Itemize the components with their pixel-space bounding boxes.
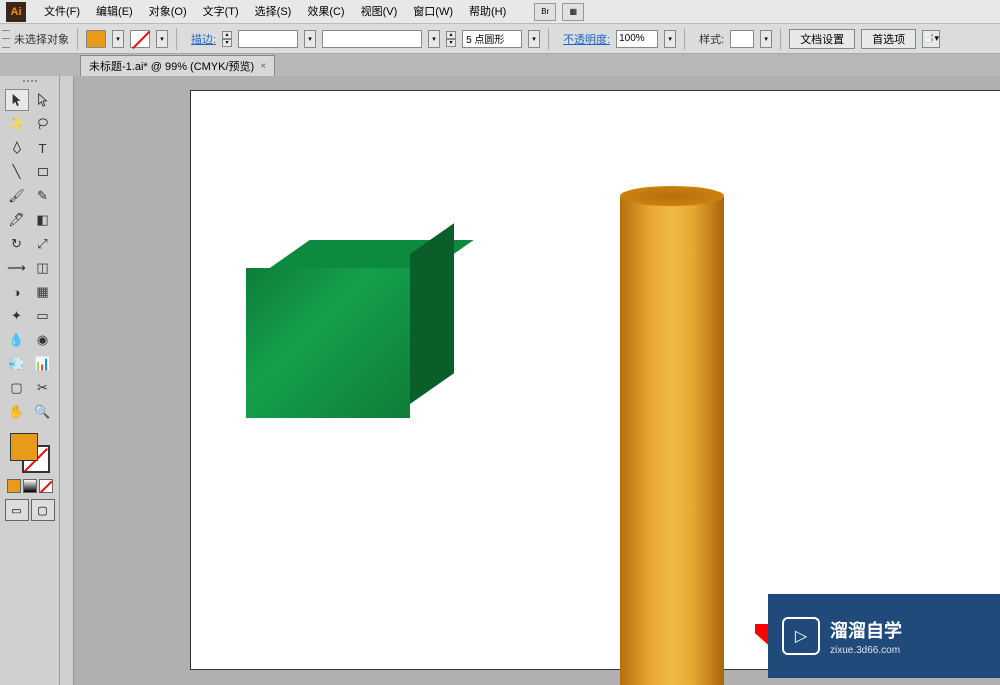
opacity-input[interactable] xyxy=(616,30,658,48)
watermark-title: 溜溜自学 xyxy=(830,617,902,643)
fill-stroke-swatches[interactable] xyxy=(8,431,52,475)
shape-builder-tool[interactable]: ◑ xyxy=(5,281,29,303)
fill-swatch[interactable] xyxy=(86,30,106,48)
blend-tool[interactable]: ◉ xyxy=(31,329,55,351)
selection-tool[interactable] xyxy=(5,89,29,111)
canvas-area[interactable]: ▷ 溜溜自学 zixue.3d66.com xyxy=(60,76,1000,685)
lasso-tool[interactable] xyxy=(31,113,55,135)
grip-icon xyxy=(63,79,71,85)
graph-tool[interactable]: 📊 xyxy=(31,353,55,375)
bridge-button[interactable]: Br xyxy=(534,3,556,21)
brush-tool[interactable]: 🖌 xyxy=(5,185,29,207)
divider xyxy=(176,28,177,50)
screen-mode-normal[interactable]: ▭ xyxy=(5,499,29,521)
style-label: 样式: xyxy=(699,31,724,47)
stroke-label-link[interactable]: 描边: xyxy=(191,31,216,47)
eraser-tool[interactable]: ◧ xyxy=(31,209,55,231)
color-mode-gradient[interactable] xyxy=(23,479,37,493)
divider xyxy=(77,28,78,50)
menu-help[interactable]: 帮助(H) xyxy=(461,0,514,24)
perspective-grid-tool[interactable]: ▦ xyxy=(31,281,55,303)
menu-select[interactable]: 选择(S) xyxy=(247,0,300,24)
divider xyxy=(780,28,781,50)
menu-edit[interactable]: 编辑(E) xyxy=(88,0,141,24)
menubar: Ai 文件(F) 编辑(E) 对象(O) 文字(T) 选择(S) 效果(C) 视… xyxy=(0,0,1000,24)
direct-selection-tool[interactable] xyxy=(31,89,55,111)
menu-window[interactable]: 窗口(W) xyxy=(405,0,461,24)
zoom-tool[interactable]: 🔍 xyxy=(31,401,55,423)
profile-spinner[interactable]: ▴▾ xyxy=(446,31,456,47)
blob-brush-tool[interactable]: 🖊 xyxy=(5,209,29,231)
graphic-style-swatch[interactable] xyxy=(730,30,754,48)
graphic-style-dropdown[interactable]: ▾ xyxy=(760,30,772,48)
play-icon: ▷ xyxy=(782,617,820,655)
options-bar: 未选择对象 ▾ ▾ 描边: ▴▾ ▾ ▾ ▴▾ ▾ 不透明度: ▾ 样式: ▾ … xyxy=(0,24,1000,54)
screen-mode-full[interactable]: ▢ xyxy=(31,499,55,521)
tools-panel: ✨ T ╲ 🖌 ✎ 🖊 ◧ ↻ ⤢ ⟿ ◫ ◑ ▦ xyxy=(0,76,60,685)
menu-file[interactable]: 文件(F) xyxy=(36,0,88,24)
pen-tool[interactable] xyxy=(5,137,29,159)
opacity-dropdown[interactable]: ▾ xyxy=(664,30,676,48)
watermark-url: zixue.3d66.com xyxy=(830,645,902,656)
workspace: ✨ T ╲ 🖌 ✎ 🖊 ◧ ↻ ⤢ ⟿ ◫ ◑ ▦ xyxy=(0,76,1000,685)
grip-icon[interactable] xyxy=(2,26,10,52)
stroke-weight-dropdown[interactable]: ▾ xyxy=(304,30,316,48)
toolbox-fill-swatch[interactable] xyxy=(10,433,38,461)
divider xyxy=(684,28,685,50)
mesh-tool[interactable]: ✦ xyxy=(5,305,29,327)
watermark-badge: ▷ 溜溜自学 zixue.3d66.com xyxy=(768,594,1000,678)
fill-dropdown[interactable]: ▾ xyxy=(112,30,124,48)
brush-definition-dropdown[interactable]: ▾ xyxy=(428,30,440,48)
gradient-tool[interactable]: ▭ xyxy=(31,305,55,327)
width-tool[interactable]: ⟿ xyxy=(5,257,29,279)
rectangle-tool[interactable] xyxy=(31,161,55,183)
document-tab-title: 未标题-1.ai* @ 99% (CMYK/预览) xyxy=(89,58,254,74)
color-mode-solid[interactable] xyxy=(7,479,21,493)
type-tool[interactable]: T xyxy=(31,137,55,159)
stroke-weight-input[interactable] xyxy=(238,30,298,48)
divider xyxy=(548,28,549,50)
menu-view[interactable]: 视图(V) xyxy=(353,0,406,24)
free-transform-tool[interactable]: ◫ xyxy=(31,257,55,279)
menu-type[interactable]: 文字(T) xyxy=(195,0,247,24)
preferences-button[interactable]: 首选项 xyxy=(861,29,916,49)
line-tool[interactable]: ╲ xyxy=(5,161,29,183)
stroke-profile-dropdown[interactable]: ▾ xyxy=(528,30,540,48)
pencil-tool[interactable]: ✎ xyxy=(31,185,55,207)
eyedropper-tool[interactable]: 💧 xyxy=(5,329,29,351)
slice-tool[interactable]: ✂ xyxy=(31,377,55,399)
panel-grip-icon[interactable] xyxy=(4,80,56,86)
scale-tool[interactable]: ⤢ xyxy=(31,233,55,255)
stroke-dropdown[interactable]: ▾ xyxy=(156,30,168,48)
color-mode-none[interactable] xyxy=(39,479,53,493)
rotate-tool[interactable]: ↻ xyxy=(5,233,29,255)
selection-status-label: 未选择对象 xyxy=(14,31,69,47)
menu-object[interactable]: 对象(O) xyxy=(141,0,195,24)
stroke-profile-input[interactable] xyxy=(462,30,522,48)
document-tab[interactable]: 未标题-1.ai* @ 99% (CMYK/预览) × xyxy=(80,55,275,76)
align-menu-button[interactable]: 📑▾ xyxy=(922,30,940,48)
arrange-button[interactable]: ▦ xyxy=(562,3,584,21)
stroke-weight-spinner[interactable]: ▴▾ xyxy=(222,31,232,47)
symbol-sprayer-tool[interactable]: 💨 xyxy=(5,353,29,375)
panel-collapse-strip[interactable] xyxy=(60,76,74,685)
document-setup-button[interactable]: 文档设置 xyxy=(789,29,855,49)
artboard-tool[interactable]: ▢ xyxy=(5,377,29,399)
menu-effect[interactable]: 效果(C) xyxy=(299,0,352,24)
brush-definition-input[interactable] xyxy=(322,30,422,48)
hand-tool[interactable]: ✋ xyxy=(5,401,29,423)
close-icon[interactable]: × xyxy=(260,61,266,72)
app-logo: Ai xyxy=(6,2,26,22)
magic-wand-tool[interactable]: ✨ xyxy=(5,113,29,135)
stroke-swatch[interactable] xyxy=(130,30,150,48)
document-tabs-area: 未标题-1.ai* @ 99% (CMYK/预览) × xyxy=(0,54,1000,76)
opacity-label-link[interactable]: 不透明度: xyxy=(563,31,610,47)
